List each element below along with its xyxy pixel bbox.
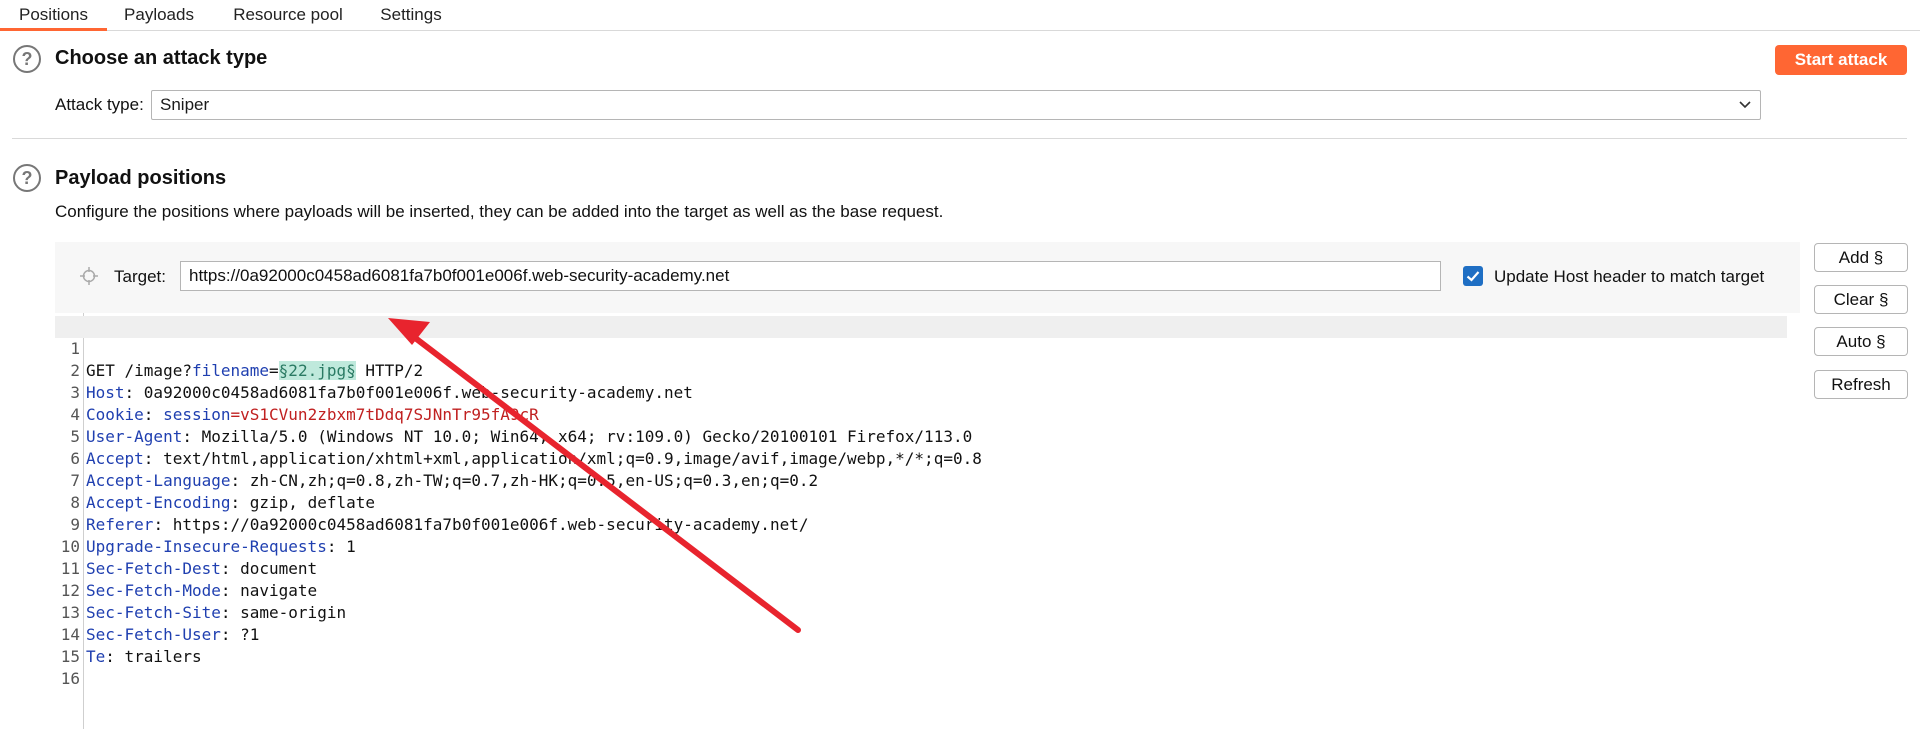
request-line[interactable]: 4 User-Agent: Mozilla/5.0 (Windows NT 10… [55, 382, 1787, 446]
request-line[interactable]: 16 [55, 646, 1787, 688]
help-icon[interactable]: ? [13, 164, 41, 192]
start-attack-button[interactable]: Start attack [1775, 45, 1907, 75]
line-number: 16 [60, 669, 80, 688]
request-line[interactable]: 6 Accept-Language: zh-CN,zh;q=0.8,zh-TW;… [55, 426, 1787, 490]
clear-marker-button[interactable]: Clear § [1814, 285, 1908, 314]
request-line[interactable]: 10 Sec-Fetch-Dest: document [55, 514, 1787, 578]
request-line[interactable]: 13 Sec-Fetch-User: ?1 [55, 580, 1787, 644]
request-line[interactable]: 9 Upgrade-Insecure-Requests: 1 [55, 492, 1787, 556]
add-marker-button[interactable]: Add § [1814, 243, 1908, 272]
request-line[interactable]: 15 [55, 624, 1787, 666]
payload-positions-description: Configure the positions where payloads w… [55, 202, 944, 221]
target-input[interactable]: https://0a92000c0458ad6081fa7b0f001e006f… [180, 261, 1441, 291]
help-icon[interactable]: ? [13, 45, 41, 73]
refresh-button[interactable]: Refresh [1814, 370, 1908, 399]
attack-type-heading: Choose an attack type [55, 47, 268, 69]
request-line[interactable]: 7 Accept-Encoding: gzip, deflate [55, 448, 1787, 512]
update-host-checkbox[interactable] [1463, 266, 1483, 286]
checkmark-icon [1466, 271, 1480, 282]
attack-type-label: Attack type: [55, 95, 144, 114]
payload-positions-heading: Payload positions [55, 167, 227, 189]
request-line[interactable]: 5 Accept: text/html,application/xhtml+xm… [55, 404, 1787, 468]
auto-marker-button[interactable]: Auto § [1814, 327, 1908, 356]
crosshair-icon [80, 267, 98, 285]
target-label: Target: [114, 267, 166, 286]
tab-positions[interactable]: Positions [0, 0, 107, 31]
request-line[interactable]: 14 Te: trailers [55, 602, 1787, 666]
request-line[interactable]: 12 Sec-Fetch-Site: same-origin [55, 558, 1787, 622]
tab-settings[interactable]: Settings [370, 0, 452, 31]
tab-bar: Positions Payloads Resource pool Setting… [0, 0, 1920, 31]
update-host-label[interactable]: Update Host header to match target [1494, 267, 1764, 287]
request-line[interactable]: 3 Cookie: session=vS1CVun2zbxm7tDdq7SJNn… [55, 360, 1787, 424]
request-line[interactable]: 11 Sec-Fetch-Mode: navigate [55, 536, 1787, 600]
tab-payloads[interactable]: Payloads [113, 0, 205, 31]
section-divider [12, 138, 1907, 139]
attack-type-select[interactable]: Sniper [151, 90, 1761, 120]
chevron-down-icon [1739, 101, 1751, 109]
request-line[interactable]: 1 GET /image?filename=§22.jpg§ HTTP/2 [55, 316, 1787, 380]
request-line[interactable]: 8 Referer: https://0a92000c0458ad6081fa7… [55, 470, 1787, 534]
attack-type-value: Sniper [160, 95, 210, 114]
tab-resource-pool[interactable]: Resource pool [222, 0, 354, 31]
request-line[interactable]: 2 Host: 0a92000c0458ad6081fa7b0f001e006f… [55, 338, 1787, 402]
